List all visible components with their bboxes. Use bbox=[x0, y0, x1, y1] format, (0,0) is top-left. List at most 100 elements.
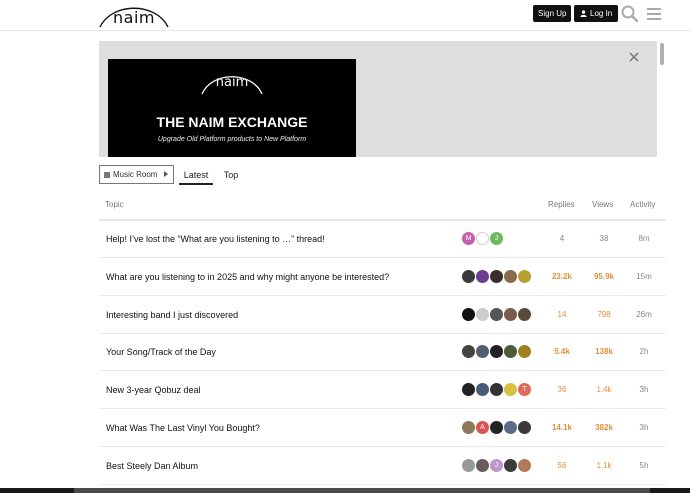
topic-title[interactable]: New 3-year Qobuz deal bbox=[106, 385, 201, 395]
poster-avatars: MJ bbox=[462, 232, 503, 246]
avatar[interactable] bbox=[504, 345, 517, 358]
site-header: naim Sign Up Log In bbox=[0, 0, 690, 31]
topic-title[interactable]: Interesting band I just discovered bbox=[106, 310, 238, 320]
avatar[interactable] bbox=[476, 459, 489, 472]
avatar[interactable] bbox=[490, 345, 503, 358]
replies-count: 56 bbox=[557, 461, 567, 470]
avatar[interactable] bbox=[462, 308, 475, 321]
naim-logo[interactable]: naim bbox=[98, 2, 170, 28]
views-count: 95.9k bbox=[593, 272, 615, 281]
column-header-replies[interactable]: Replies bbox=[548, 200, 575, 209]
banner-logo-text: naim bbox=[215, 75, 249, 90]
logo-text: naim bbox=[113, 8, 155, 27]
category-color-icon bbox=[104, 171, 110, 178]
topic-title[interactable]: Your Song/Track of the Day bbox=[106, 347, 216, 357]
poster-avatars: T bbox=[462, 383, 531, 397]
page: naim Sign Up Log In naim THE NAIM EXCHAN… bbox=[0, 0, 690, 493]
avatar[interactable] bbox=[462, 383, 475, 396]
activity-time[interactable]: 26m bbox=[627, 310, 661, 319]
banner-subtitle: Upgrade Old Platform products to New Pla… bbox=[157, 136, 307, 143]
hamburger-menu-icon[interactable] bbox=[644, 4, 664, 24]
replies-count: 23.2k bbox=[551, 272, 573, 281]
login-button[interactable]: Log In bbox=[574, 5, 619, 22]
avatar[interactable] bbox=[504, 270, 517, 283]
table-row[interactable]: New 3-year Qobuz deal T 36 1.4k 3h bbox=[99, 372, 666, 409]
topic-title[interactable]: Help! I’ve lost the “What are you listen… bbox=[106, 234, 325, 244]
views-count: 38 bbox=[599, 234, 609, 243]
avatar[interactable] bbox=[518, 421, 531, 434]
tab-top[interactable]: Top bbox=[220, 166, 242, 185]
avatar[interactable] bbox=[518, 308, 531, 321]
topic-title[interactable]: What Was The Last Vinyl You Bought? bbox=[106, 423, 260, 433]
activity-time[interactable]: 2h bbox=[627, 347, 661, 356]
avatar[interactable] bbox=[518, 345, 531, 358]
activity-time[interactable]: 5h bbox=[627, 461, 661, 470]
replies-count: 14.1k bbox=[551, 423, 573, 432]
category-dropdown[interactable]: Music Room bbox=[99, 165, 174, 184]
avatar[interactable] bbox=[504, 383, 517, 396]
replies-count: 14 bbox=[557, 310, 567, 319]
avatar[interactable] bbox=[462, 421, 475, 434]
promo-banner: naim THE NAIM EXCHANGE Upgrade Old Platf… bbox=[99, 41, 657, 157]
table-row[interactable]: What Was The Last Vinyl You Bought? A 14.1… bbox=[99, 410, 666, 447]
replies-count: 4 bbox=[559, 234, 565, 243]
signup-button[interactable]: Sign Up bbox=[533, 5, 572, 22]
avatar[interactable]: T bbox=[518, 383, 531, 396]
avatar[interactable] bbox=[504, 459, 517, 472]
table-row[interactable]: Your Song/Track of the Day 5.4k 138k 2h bbox=[99, 334, 666, 371]
horizontal-scrollbar-thumb[interactable] bbox=[74, 488, 650, 493]
avatar[interactable] bbox=[504, 308, 517, 321]
login-label: Log In bbox=[590, 9, 613, 18]
poster-avatars bbox=[462, 308, 531, 322]
topic-title[interactable]: What are you listening to in 2025 and wh… bbox=[106, 272, 389, 282]
topic-title[interactable]: Best Steely Dan Album bbox=[106, 461, 198, 471]
avatar[interactable] bbox=[490, 383, 503, 396]
table-row[interactable]: Help! I’ve lost the “What are you listen… bbox=[99, 221, 666, 258]
avatar[interactable] bbox=[476, 308, 489, 321]
replies-count: 36 bbox=[557, 385, 567, 394]
avatar[interactable] bbox=[490, 270, 503, 283]
views-count: 138k bbox=[595, 347, 613, 356]
avatar[interactable]: M bbox=[462, 232, 475, 245]
table-row[interactable]: Best Steely Dan Album J 56 1.1k 5h bbox=[99, 448, 666, 485]
activity-time[interactable]: 15m bbox=[627, 272, 661, 281]
avatar[interactable] bbox=[518, 270, 531, 283]
user-icon bbox=[580, 10, 587, 17]
avatar[interactable]: A bbox=[476, 421, 489, 434]
avatar[interactable] bbox=[476, 383, 489, 396]
tab-latest[interactable]: Latest bbox=[179, 166, 213, 185]
column-header-activity[interactable]: Activity bbox=[630, 200, 655, 209]
views-count: 1.4k bbox=[596, 385, 612, 394]
replies-count: 5.4k bbox=[554, 347, 570, 356]
avatar[interactable] bbox=[518, 459, 531, 472]
column-header-views[interactable]: Views bbox=[592, 200, 613, 209]
activity-time[interactable]: 3h bbox=[627, 423, 661, 432]
caret-right-icon bbox=[164, 171, 168, 177]
avatar[interactable] bbox=[476, 270, 489, 283]
search-icon[interactable] bbox=[620, 4, 640, 24]
avatar[interactable] bbox=[504, 421, 517, 434]
avatar[interactable] bbox=[476, 345, 489, 358]
close-icon[interactable] bbox=[628, 50, 640, 62]
poster-avatars bbox=[462, 345, 531, 359]
activity-time[interactable]: 8m bbox=[627, 234, 661, 243]
avatar[interactable] bbox=[476, 232, 489, 245]
banner-logo: naim bbox=[200, 69, 264, 95]
avatar[interactable] bbox=[462, 459, 475, 472]
banner-scrollbar[interactable] bbox=[660, 43, 664, 65]
naim-exchange-ad[interactable]: naim THE NAIM EXCHANGE Upgrade Old Platf… bbox=[108, 59, 356, 157]
avatar[interactable] bbox=[462, 345, 475, 358]
avatar[interactable] bbox=[490, 421, 503, 434]
category-label: Music Room bbox=[113, 170, 158, 179]
activity-time[interactable]: 3h bbox=[627, 385, 661, 394]
avatar[interactable] bbox=[490, 308, 503, 321]
avatar[interactable]: J bbox=[490, 232, 503, 245]
column-header-topic[interactable]: Topic bbox=[105, 200, 124, 209]
views-count: 382k bbox=[595, 423, 613, 432]
table-row[interactable]: What are you listening to in 2025 and wh… bbox=[99, 259, 666, 296]
avatar[interactable]: J bbox=[490, 459, 503, 472]
table-row[interactable]: Interesting band I just discovered 14 798 2… bbox=[99, 297, 666, 334]
banner-title: THE NAIM EXCHANGE bbox=[156, 114, 308, 130]
avatar[interactable] bbox=[462, 270, 475, 283]
poster-avatars: J bbox=[462, 459, 531, 473]
